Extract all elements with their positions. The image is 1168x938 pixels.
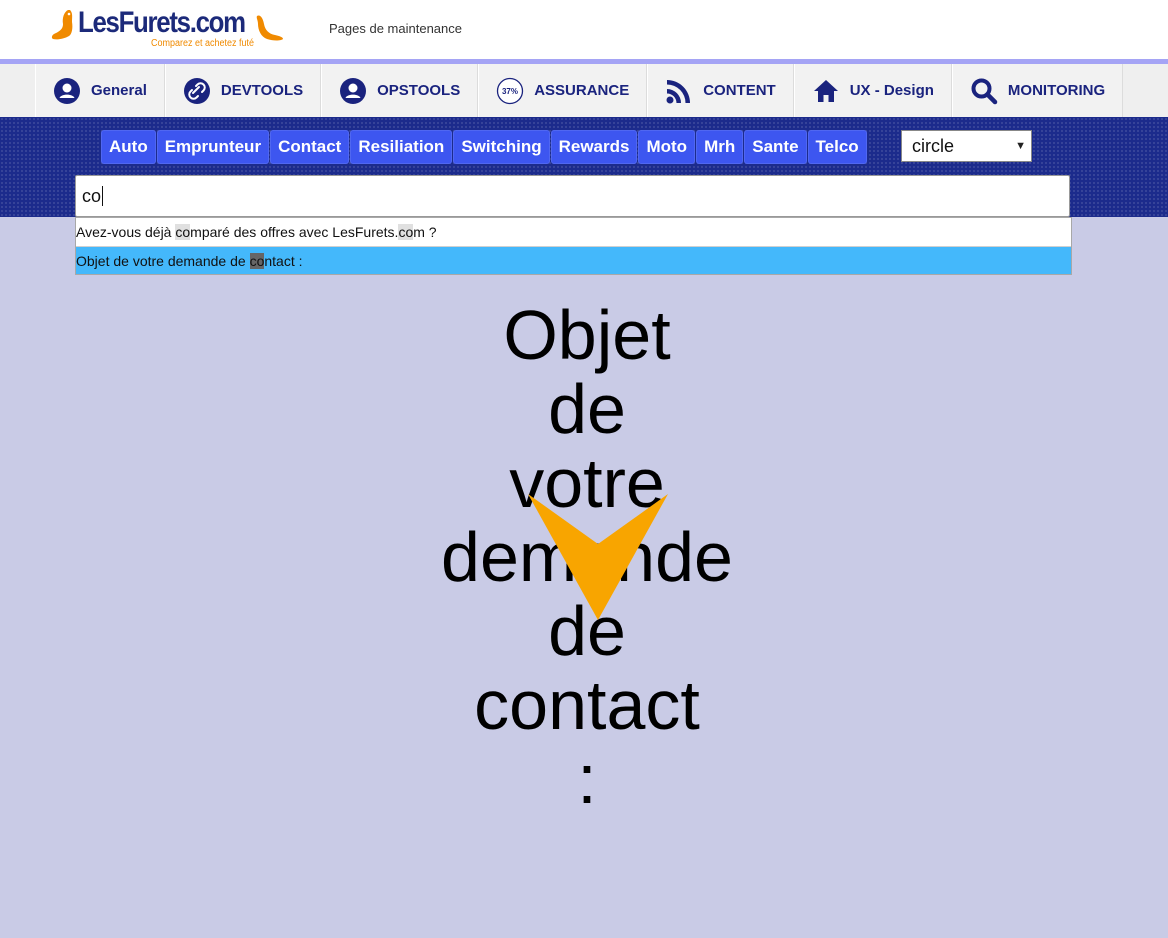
tab-auto[interactable]: Auto	[101, 130, 156, 164]
home-icon	[812, 77, 840, 105]
preview-word: Objet	[503, 296, 671, 374]
nav-item-label: CONTENT	[703, 82, 776, 99]
nav-item-ux-design[interactable]: UX - Design	[793, 64, 952, 117]
autocomplete-option[interactable]: Avez-vous déjà comparé des offres avec L…	[76, 218, 1071, 246]
lesfurets-logo[interactable]: LesFurets.com Comparez et achetez futé	[50, 6, 286, 52]
user-circle-icon	[53, 77, 81, 105]
percent-badge-icon: 37%	[496, 77, 524, 105]
main-navigation: General DEVTOOLS OPSTOOLS 37% ASSURANCE …	[0, 64, 1168, 117]
tab-moto[interactable]: Moto	[638, 130, 696, 164]
autocomplete-list: Avez-vous déjà comparé des offres avec L…	[75, 217, 1072, 275]
preview-word: contact	[474, 666, 700, 744]
nav-item-assurance[interactable]: 37% ASSURANCE	[478, 64, 648, 117]
nav-item-label: ASSURANCE	[534, 82, 630, 99]
tab-emprunteur[interactable]: Emprunteur	[156, 130, 270, 164]
nav-item-label: UX - Design	[849, 82, 934, 99]
nav-item-label: MONITORING	[1007, 82, 1106, 99]
tab-contact[interactable]: Contact	[270, 130, 350, 164]
option-text: Avez-vous déjà	[76, 224, 176, 240]
search-input[interactable]: co	[75, 175, 1070, 217]
nav-item-label: General	[91, 82, 147, 99]
nav-item-general[interactable]: General	[35, 64, 165, 117]
user-circle-icon	[339, 77, 367, 105]
tab-sante[interactable]: Sante	[744, 130, 807, 164]
nav-item-monitoring[interactable]: MONITORING	[951, 64, 1124, 117]
autocomplete-option-selected[interactable]: Objet de votre demande de contact :	[76, 246, 1071, 274]
nav-item-devtools[interactable]: DEVTOOLS	[164, 64, 322, 117]
tab-telco[interactable]: Telco	[807, 130, 867, 164]
style-select-value: circle	[912, 136, 955, 156]
nav-item-content[interactable]: CONTENT	[647, 64, 794, 117]
top-header: LesFurets.com Comparez et achetez futé P…	[0, 0, 1168, 59]
dropdown-arrow-icon: ▼	[1015, 140, 1026, 152]
option-text: mparé des offres avec LesFurets.	[190, 224, 399, 240]
link-circle-icon	[183, 77, 211, 105]
percent-badge-text: 37%	[502, 87, 518, 96]
search-icon	[970, 77, 998, 105]
text-caret	[102, 186, 104, 206]
preview-word: :	[577, 740, 597, 818]
ferret-silhouette-icon	[256, 15, 283, 41]
tab-switching[interactable]: Switching	[453, 130, 550, 164]
option-text: Objet de votre demande de	[76, 253, 250, 269]
search-input-value: co	[82, 186, 102, 206]
tab-mrh[interactable]: Mrh	[696, 130, 744, 164]
page-subtitle: Pages de maintenance	[329, 21, 462, 36]
nav-item-label: DEVTOOLS	[220, 82, 304, 99]
option-text: m ?	[413, 224, 437, 240]
option-match-highlight: co	[249, 253, 265, 269]
nav-item-label: OPSTOOLS	[377, 82, 461, 99]
option-match-highlight: co	[175, 224, 191, 240]
style-select[interactable]: circle ▼	[901, 130, 1032, 162]
option-match-highlight: co	[398, 224, 414, 240]
rss-icon	[665, 77, 693, 105]
ferret-logo-icon	[51, 10, 73, 40]
arrow-down-icon	[528, 494, 668, 620]
preview-word: de	[548, 370, 626, 448]
logo-wordmark: LesFurets.com	[78, 6, 246, 39]
option-text: ntact :	[264, 253, 303, 269]
logo-tagline: Comparez et achetez futé	[151, 38, 255, 49]
category-tabs: Auto Emprunteur Contact Resiliation Swit…	[101, 130, 867, 164]
nav-item-opstools[interactable]: OPSTOOLS	[321, 64, 479, 117]
tab-rewards[interactable]: Rewards	[550, 130, 638, 164]
tab-resiliation[interactable]: Resiliation	[350, 130, 453, 164]
